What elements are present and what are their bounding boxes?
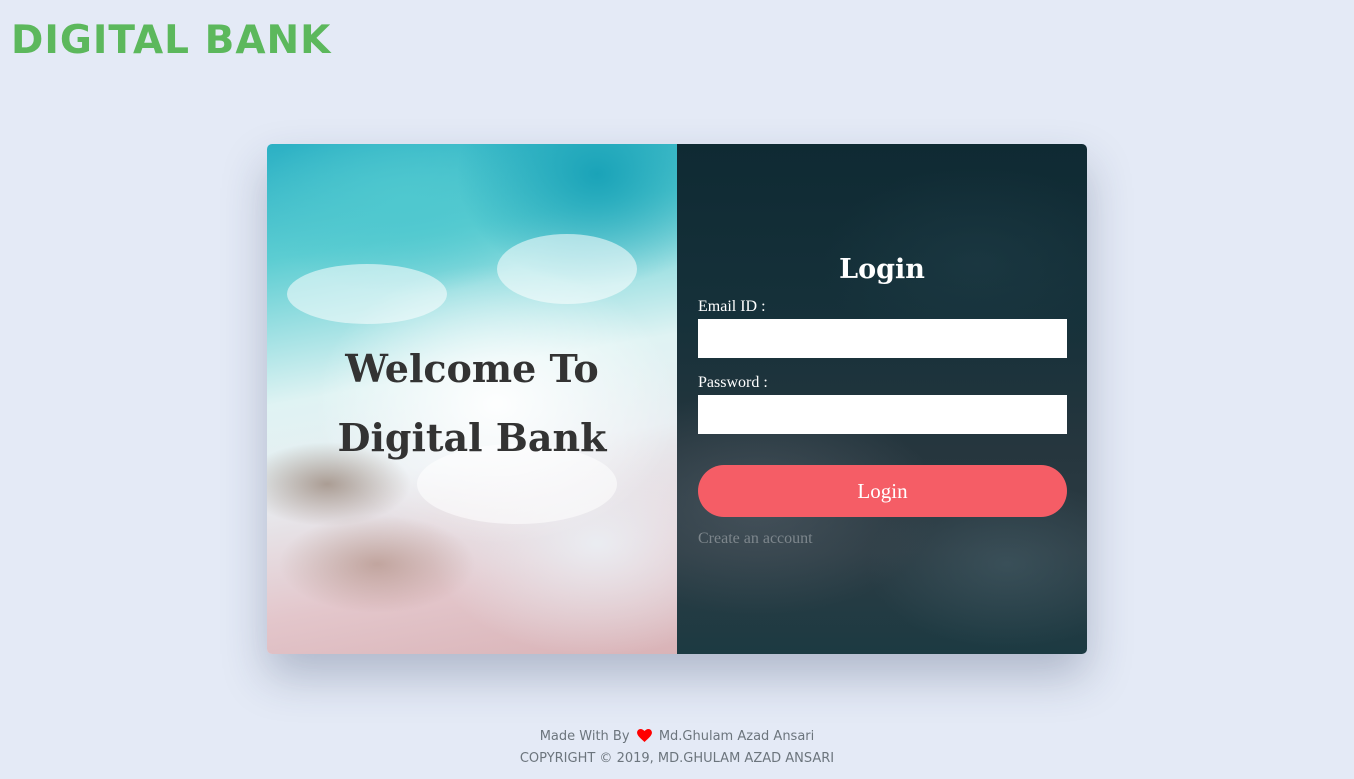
- password-label: Password :: [698, 374, 768, 391]
- login-card: Welcome To Digital Bank Login Email ID :…: [267, 144, 1087, 654]
- brand-logo-text: DIGITAL BANK: [11, 18, 332, 63]
- password-field[interactable]: [698, 395, 1067, 434]
- footer-made-with: Made With By: [539, 729, 630, 744]
- heart-icon: [636, 729, 652, 749]
- welcome-panel: Welcome To Digital Bank: [267, 144, 677, 654]
- email-label: Email ID :: [698, 298, 766, 315]
- footer-copyright: COPYRIGHT © 2019, MD.GHULAM AZAD ANSARI: [519, 751, 835, 766]
- welcome-heading: Welcome To Digital Bank: [337, 346, 607, 460]
- footer: Made With By Md.Ghulam Azad Ansari COPYR…: [0, 727, 1354, 769]
- foam-texture: [497, 234, 637, 304]
- login-button[interactable]: Login: [698, 465, 1067, 517]
- foam-texture: [287, 264, 447, 324]
- create-account-link[interactable]: Create an account: [698, 530, 813, 548]
- login-panel: Login Email ID : Password : Login Create…: [677, 144, 1087, 654]
- footer-author: Md.Ghulam Azad Ansari: [658, 729, 815, 744]
- footer-credit: Made With By Md.Ghulam Azad Ansari: [0, 727, 1354, 749]
- email-field[interactable]: [698, 319, 1067, 358]
- login-title: Login: [839, 254, 925, 285]
